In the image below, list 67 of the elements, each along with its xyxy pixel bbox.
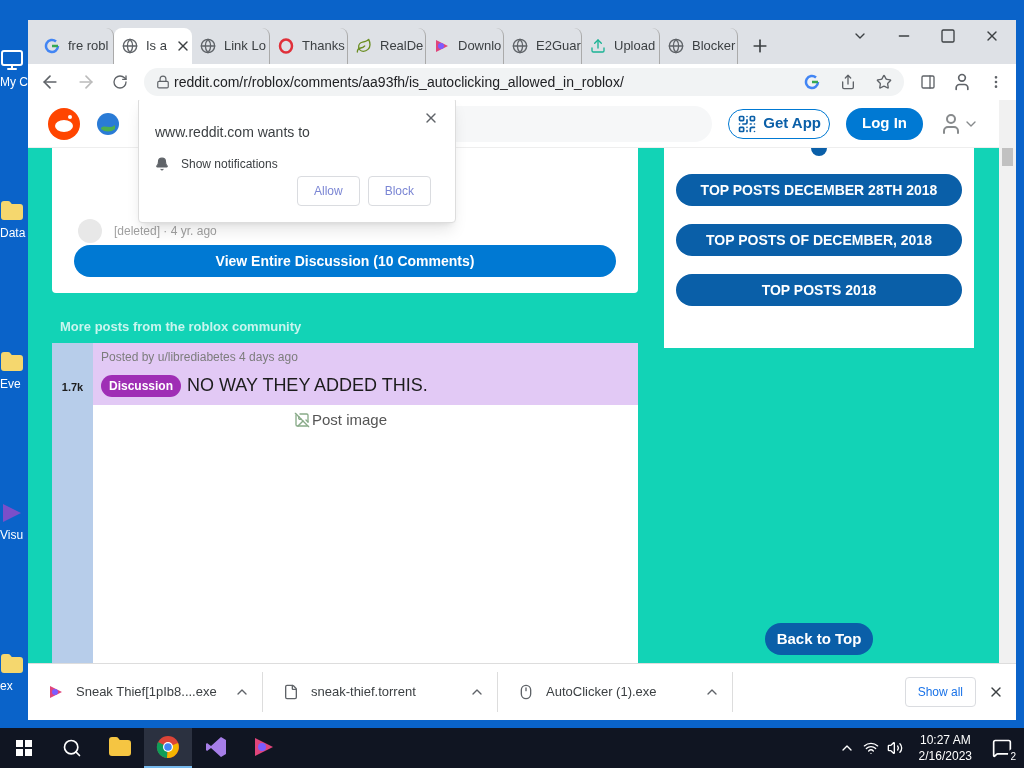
desktop-icon-label: Eve	[0, 378, 21, 390]
lock-icon	[156, 75, 170, 89]
desktop-icon-label: Visu	[0, 529, 24, 541]
address-bar[interactable]: reddit.com/r/roblox/comments/aa93fh/is_autoclicking_allowed_in_roblox/	[144, 68, 904, 96]
browser-icon	[156, 735, 180, 759]
folder-icon	[108, 735, 132, 759]
profile-icon[interactable]	[952, 72, 972, 92]
back-to-top-button[interactable]: Back to Top	[764, 623, 874, 655]
bell-icon	[155, 157, 169, 171]
log-in-button[interactable]: Log In	[846, 107, 923, 140]
network-icon[interactable]	[862, 740, 879, 756]
globe-icon	[512, 38, 528, 54]
search-icon[interactable]	[62, 738, 82, 758]
bookmark-star-icon[interactable]	[876, 74, 892, 90]
app-logo-icon	[434, 38, 450, 54]
desktop-icon-label: Data	[0, 227, 26, 239]
broken-image-icon	[293, 411, 310, 428]
folder-icon	[0, 350, 24, 374]
post-meta: Posted by u/librediabetes 4 days ago	[101, 349, 299, 366]
upload-icon	[590, 38, 606, 54]
taskbar-app[interactable]	[144, 728, 192, 768]
top-posts-link[interactable]: TOP POSTS OF DECEMBER, 2018	[676, 224, 962, 256]
globe-icon	[668, 38, 684, 54]
flair-tag: Discussion	[101, 374, 182, 397]
section-heading: More posts from the roblox community	[60, 318, 303, 336]
permission-label: Show notifications	[181, 156, 278, 173]
desktop-icon-label: My C	[0, 76, 28, 88]
vote-count: 1.7k	[61, 379, 84, 395]
top-posts-link[interactable]: TOP POSTS DECEMBER 28TH 2018	[676, 174, 962, 206]
maximize-icon[interactable]	[940, 28, 956, 44]
earth-icon[interactable]	[96, 111, 120, 136]
image-alt-text: Post image	[311, 409, 387, 430]
computer-icon	[0, 48, 24, 72]
popup-button[interactable]: Allow	[296, 176, 360, 206]
folder-icon	[0, 652, 24, 676]
volume-icon[interactable]	[886, 740, 903, 756]
windows-start-icon[interactable]	[16, 740, 32, 756]
show-all-button[interactable]: Show all	[904, 677, 976, 707]
file-icon	[283, 684, 299, 700]
download-item[interactable]: Sneak Thief[1pIb8....exe	[28, 672, 263, 712]
download-item[interactable]: sneak-thief.torrent	[263, 672, 498, 712]
comment-meta: [deleted] · 4 yr. ago	[114, 223, 217, 240]
ring-icon	[278, 38, 294, 54]
reload-icon[interactable]	[112, 74, 128, 90]
top-posts-link[interactable]: TOP POSTS 2018	[676, 274, 962, 306]
popup-title: www.reddit.com wants to	[155, 123, 310, 142]
globe-icon	[122, 38, 138, 54]
google-icon	[804, 74, 820, 90]
leaf-icon	[356, 38, 372, 54]
popup-button[interactable]: Block	[367, 176, 431, 206]
app-logo-icon	[48, 684, 64, 700]
scrollbar-thumb[interactable]	[1002, 148, 1013, 166]
qr-code-icon	[737, 113, 758, 134]
mouse-icon	[518, 684, 534, 700]
browser-tab[interactable]: Is a	[114, 28, 192, 64]
google-icon	[44, 38, 60, 54]
download-item[interactable]: AutoClicker (1).exe	[498, 672, 733, 712]
folder-icon	[0, 199, 24, 223]
desktop-icon-label: ex	[0, 680, 13, 692]
globe-icon	[200, 38, 216, 54]
notifications-icon[interactable]	[992, 738, 1012, 758]
app-logo-icon	[204, 735, 228, 759]
share-icon[interactable]	[840, 74, 856, 90]
view-discussion-button[interactable]: View Entire Discussion (10 Comments)	[74, 245, 616, 277]
post-title[interactable]: NO WAY THEY ADDED THIS.	[187, 372, 428, 399]
clock[interactable]: 10:27 AM 2/16/2023	[918, 732, 972, 764]
side-panel-icon[interactable]	[920, 74, 936, 90]
